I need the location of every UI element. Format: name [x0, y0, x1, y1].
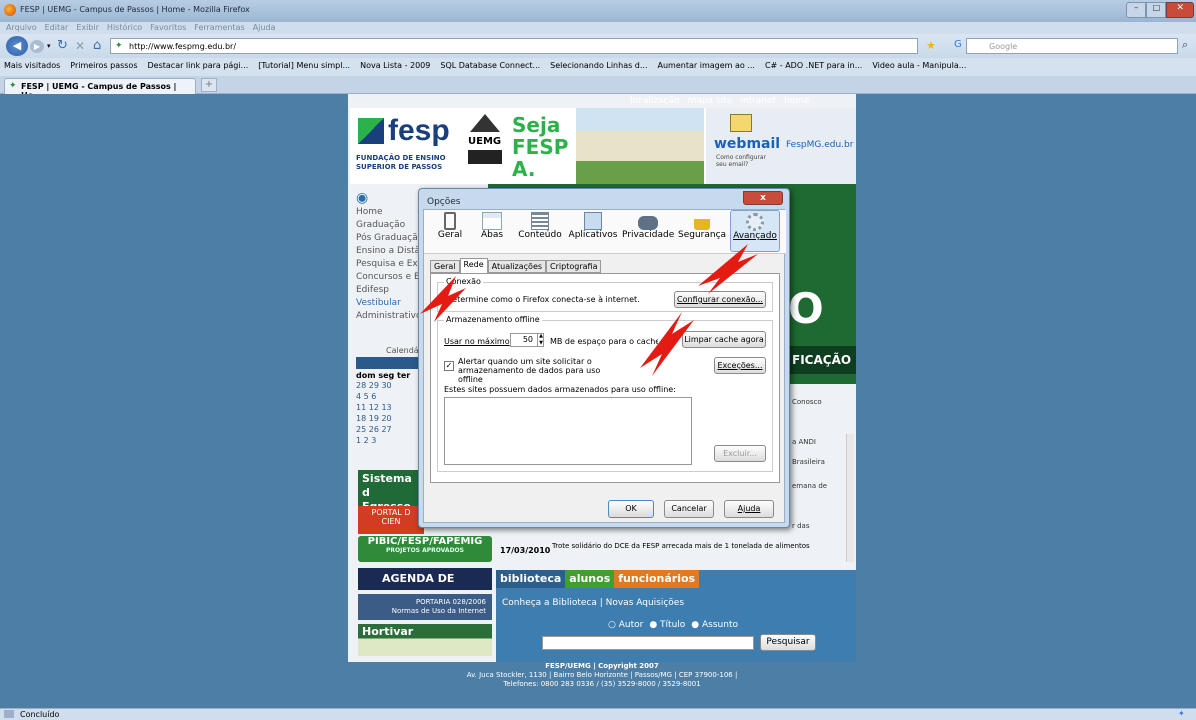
close-window-button[interactable]: ✕: [1166, 2, 1194, 18]
window-controls: – □ ✕: [1126, 2, 1194, 18]
window-title: FESP | UEMG - Campus de Passos | Home - …: [20, 5, 250, 14]
site-favicon: ✦: [115, 41, 123, 51]
annotation-arrows: [420, 244, 758, 376]
menu-item-favoritos[interactable]: Favoritos: [150, 23, 186, 32]
bookmark-item[interactable]: C# - ADO .NET para in...: [765, 61, 862, 70]
url-text: http://www.fespmg.edu.br/: [129, 42, 237, 51]
bookmark-item[interactable]: Selecionando Linhas d...: [550, 61, 647, 70]
page-viewport: localização mapa site intranet home fesp…: [0, 94, 1196, 708]
menu-item-exibir[interactable]: Exibir: [76, 23, 99, 32]
arrow-to-configurar-button: [640, 312, 694, 376]
home-icon[interactable]: ⌂: [93, 38, 101, 53]
back-button[interactable]: ◀: [6, 36, 28, 56]
new-tab-button[interactable]: +: [201, 78, 217, 92]
menu-item-arquivo[interactable]: Arquivo: [6, 23, 37, 32]
tab-bar: ✦ FESP | UEMG - Campus de Passos | Ho...…: [0, 76, 1196, 100]
bookmark-item[interactable]: Video aula - Manipula...: [872, 61, 966, 70]
search-icon[interactable]: ⌕: [1182, 38, 1188, 52]
search-engine-icon[interactable]: G: [954, 39, 962, 50]
menu-item-ferramentas[interactable]: Ferramentas: [194, 23, 244, 32]
forward-button[interactable]: ▶: [30, 40, 44, 53]
minimize-button[interactable]: –: [1126, 2, 1147, 18]
search-box[interactable]: Google: [966, 38, 1178, 54]
menu-item-histórico[interactable]: Histórico: [107, 23, 142, 32]
stop-icon[interactable]: ✕: [75, 39, 85, 53]
window-titlebar: FESP | UEMG - Campus de Passos | Home - …: [0, 0, 1196, 22]
arrow-to-rede-tab: [420, 276, 466, 322]
bookmark-item[interactable]: Nova Lista - 2009: [360, 61, 430, 70]
status-text: Concluído: [20, 710, 60, 719]
navigation-bar: ◀ ▶ ▾ ↻ ✕ ⌂ ✦ http://www.fespmg.edu.br/ …: [0, 34, 1196, 58]
addon-icon[interactable]: ✦: [1178, 709, 1185, 718]
bookmarks-toolbar: Mais visitados Primeiros passos Destacar l…: [0, 58, 1196, 76]
bookmark-star-icon[interactable]: ★: [926, 39, 936, 52]
address-bar[interactable]: ✦ http://www.fespmg.edu.br/: [110, 38, 918, 54]
tab-active[interactable]: ✦ FESP | UEMG - Campus de Passos | Ho...: [4, 78, 196, 100]
menu-bar: Arquivo Editar Exibir Histórico Favoritos Fer…: [0, 22, 1196, 34]
status-bar: Concluído ✦: [0, 708, 1196, 720]
bookmark-item[interactable]: SQL Database Connect...: [440, 61, 540, 70]
tab-favicon: ✦: [9, 81, 17, 91]
bookmark-item[interactable]: Aumentar imagem ao ...: [658, 61, 755, 70]
history-dropdown-icon[interactable]: ▾: [47, 42, 51, 50]
bookmark-item[interactable]: [Tutorial] Menu simpl...: [258, 61, 350, 70]
bookmark-item[interactable]: Destacar link para pági...: [148, 61, 249, 70]
maximize-button[interactable]: □: [1146, 2, 1167, 18]
firefox-icon: [4, 4, 16, 16]
reload-icon[interactable]: ↻: [57, 38, 68, 53]
menu-item-editar[interactable]: Editar: [45, 23, 69, 32]
status-icon: [4, 710, 14, 718]
arrow-to-avancado: [698, 244, 758, 294]
search-placeholder: Google: [989, 42, 1018, 51]
bookmark-item[interactable]: Mais visitados: [4, 61, 60, 70]
menu-item-ajuda[interactable]: Ajuda: [253, 23, 276, 32]
bookmark-item[interactable]: Primeiros passos: [70, 61, 137, 70]
